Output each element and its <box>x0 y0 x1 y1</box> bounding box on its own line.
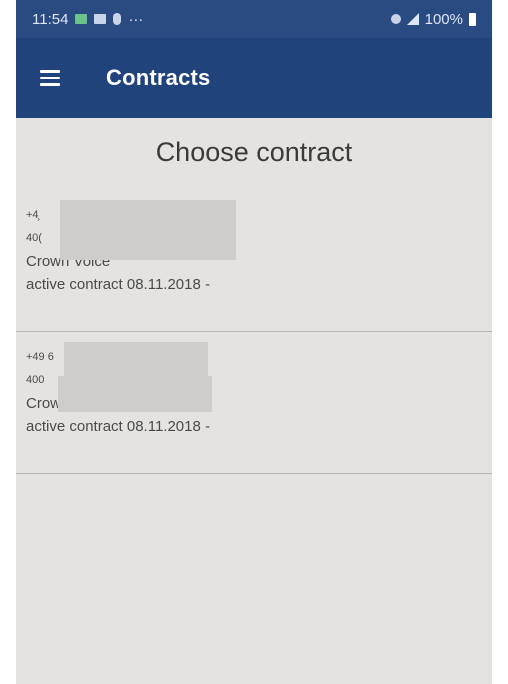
battery-percent: 100% <box>424 10 463 28</box>
redaction-block <box>60 200 236 260</box>
contract-item-1[interactable]: +4̧ 40( Crown Voice active contract 08.1… <box>16 190 492 332</box>
more-notifications-icon: ··· <box>128 10 144 28</box>
status-right: 100% <box>390 10 476 28</box>
contract-list: +4̧ 40( Crown Voice active contract 08.1… <box>16 190 492 474</box>
notification-icon <box>113 13 122 25</box>
redaction-block <box>64 342 208 376</box>
status-bar: 11:54 ··· 100% <box>16 0 492 38</box>
choose-contract-heading: Choose contract <box>155 137 353 167</box>
hamburger-icon[interactable] <box>40 70 60 86</box>
contract-item-2[interactable]: +49 6 400 Crown Voice active contract 08… <box>16 332 492 474</box>
status-left: 11:54 ··· <box>32 11 143 28</box>
contract-status: active contract 08.11.2018 - <box>26 276 210 293</box>
redaction-block <box>58 376 212 412</box>
message-icon <box>75 14 88 24</box>
battery-icon <box>469 12 476 26</box>
status-time: 11:54 <box>32 10 69 28</box>
contract-status: active contract 08.11.2018 - <box>26 418 210 435</box>
page-title: Contracts <box>106 65 211 90</box>
phone-screen: 11:54 ··· 100% Contracts Choose contract… <box>16 0 492 684</box>
wifi-icon <box>390 14 401 24</box>
signal-icon <box>406 13 419 25</box>
image-icon <box>94 14 107 24</box>
app-bar: Contracts <box>16 38 492 118</box>
